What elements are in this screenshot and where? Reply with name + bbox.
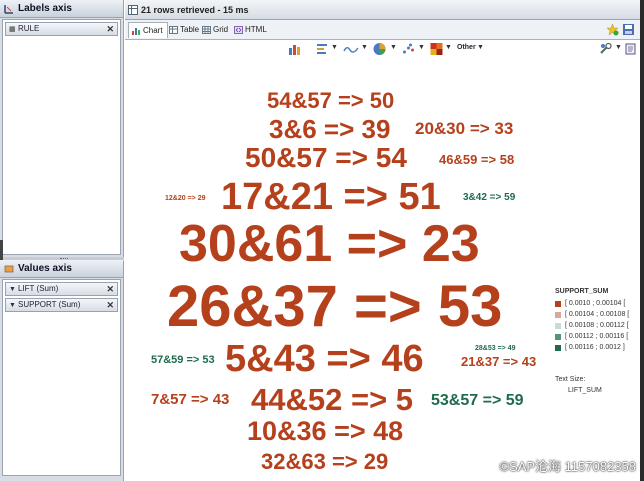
chart-legend: SUPPORT_SUM [ 0.0010 ; 0.00104 [ [ 0.0010… [555, 288, 629, 354]
lift-sum-label: LIFT (Sum) [18, 284, 59, 293]
pie-chart-icon[interactable] [372, 42, 387, 56]
text-size-value: LIFT_SUM [568, 387, 602, 394]
legend-swatch [555, 334, 561, 340]
values-axis-header: Values axis [0, 260, 123, 278]
lift-sum-chip[interactable]: ▼ LIFT (Sum) ✕ [5, 282, 118, 296]
word-cloud-term[interactable]: 44&52 => 5 [251, 384, 413, 415]
palette-icon[interactable] [429, 42, 444, 56]
status-bar: 21 rows retrieved - 15 ms [125, 0, 644, 20]
tab-html[interactable]: HTML [231, 22, 271, 38]
chevron-down-icon[interactable]: ▼ [615, 44, 622, 51]
legend-swatch [555, 345, 561, 351]
word-cloud-term[interactable]: 26&37 => 53 [167, 278, 502, 336]
chevron-down-icon[interactable]: ▼ [390, 44, 397, 51]
values-axis-title: Values axis [18, 263, 72, 274]
word-cloud-term[interactable]: 53&57 => 59 [431, 393, 524, 409]
word-cloud-term[interactable]: 3&42 => 59 [463, 193, 515, 203]
chevron-down-icon[interactable]: ▼ [418, 44, 425, 51]
chevron-down-icon[interactable]: ▼ [9, 284, 16, 296]
tab-html-label: HTML [245, 25, 267, 34]
legend-label: [ 0.00116 ; 0.0012 ] [565, 344, 625, 351]
word-cloud-term[interactable]: 30&61 => 23 [179, 218, 480, 270]
chart-tab-icon [132, 28, 140, 35]
tab-chart-label: Chart [143, 26, 163, 35]
scatter-icon[interactable] [401, 42, 416, 56]
remove-lift-icon[interactable]: ✕ [106, 283, 114, 295]
watermark: ©SAP沧海 1157082358 [499, 459, 636, 474]
word-cloud-term[interactable]: 12&20 => 29 [165, 195, 205, 202]
tab-table[interactable]: Table [166, 22, 203, 38]
word-cloud-term[interactable]: 54&57 => 50 [267, 90, 394, 112]
grip-icon: ▦ [9, 26, 16, 33]
legend-swatch [555, 301, 561, 307]
word-cloud-chart: 54&57 => 50 3&6 => 39 20&30 => 33 50&57 => … [125, 58, 644, 481]
legend-item: [ 0.00108 ; 0.00112 [ [555, 321, 629, 332]
remove-support-icon[interactable]: ✕ [106, 299, 114, 311]
values-icon [4, 265, 14, 273]
support-sum-label: SUPPORT (Sum) [18, 300, 81, 309]
legend-swatch [555, 312, 561, 318]
html-tab-icon [234, 26, 243, 34]
status-text: 21 rows retrieved - 15 ms [141, 5, 249, 15]
chart-area: 21 rows retrieved - 15 ms Chart Table Gr… [125, 0, 644, 481]
grid-tab-icon [202, 26, 211, 34]
word-cloud-term[interactable]: 3&6 => 39 [269, 116, 390, 142]
text-size-label: Text Size: [555, 376, 586, 383]
tab-table-label: Table [180, 25, 200, 34]
chevron-down-icon[interactable]: ▼ [477, 44, 484, 51]
legend-label: [ 0.00112 ; 0.00116 [ [565, 333, 629, 340]
export-icon[interactable] [625, 42, 637, 56]
word-cloud-term[interactable]: 32&63 => 29 [261, 451, 388, 473]
tab-grid-label: Grid [213, 25, 229, 34]
collapse-handle[interactable] [0, 240, 3, 260]
view-tabs: Chart Table Grid HTML [125, 20, 644, 40]
rule-chip[interactable]: ▦ RULE ✕ [5, 22, 118, 36]
word-cloud-term[interactable]: 21&37 => 43 [461, 355, 536, 368]
legend-item: [ 0.0010 ; 0.00104 [ [555, 299, 629, 310]
chevron-down-icon[interactable]: ▼ [361, 44, 368, 51]
word-cloud-term[interactable]: 7&57 => 43 [151, 392, 229, 407]
values-axis-dropzone[interactable]: ▼ LIFT (Sum) ✕ ▼ SUPPORT (Sum) ✕ [2, 279, 121, 476]
rule-chip-label: RULE [18, 24, 40, 33]
legend-item: [ 0.00116 ; 0.0012 ] [555, 343, 629, 354]
labels-axis-title: Labels axis [18, 3, 72, 14]
legend-label: [ 0.0010 ; 0.00104 [ [565, 300, 626, 307]
left-panel: Labels axis ▦ RULE ✕ Values axis ▼ LIFT … [0, 0, 124, 481]
word-cloud-term[interactable]: 50&57 => 54 [245, 144, 407, 172]
word-cloud-term[interactable]: 57&59 => 53 [151, 355, 215, 366]
chevron-down-icon[interactable]: ▼ [331, 44, 338, 51]
other-menu-button[interactable]: Other [457, 44, 476, 51]
legend-label: [ 0.00104 ; 0.00108 [ [565, 311, 630, 318]
legend-item: [ 0.00104 ; 0.00108 [ [555, 310, 629, 321]
labels-axis-header: Labels axis [0, 0, 123, 18]
table-tab-icon [169, 26, 178, 34]
save-icon[interactable] [622, 23, 635, 36]
word-cloud-term[interactable]: 20&30 => 33 [415, 120, 513, 137]
tab-grid[interactable]: Grid [199, 22, 232, 38]
align-icon[interactable] [315, 42, 329, 56]
legend-item: [ 0.00112 ; 0.00116 [ [555, 332, 629, 343]
remove-rule-icon[interactable]: ✕ [106, 23, 114, 35]
window-border [640, 0, 644, 481]
star-icon[interactable] [606, 23, 619, 36]
word-cloud-term[interactable]: 5&43 => 46 [225, 340, 424, 378]
line-chart-icon[interactable] [343, 42, 359, 56]
table-icon [128, 5, 138, 15]
legend-swatch [555, 323, 561, 329]
word-cloud-term[interactable]: 46&59 => 58 [439, 153, 514, 166]
chevron-down-icon[interactable]: ▼ [9, 300, 16, 312]
word-cloud-term[interactable]: 17&21 => 51 [221, 178, 441, 216]
support-sum-chip[interactable]: ▼ SUPPORT (Sum) ✕ [5, 298, 118, 312]
tab-chart[interactable]: Chart [128, 22, 168, 38]
word-cloud-term[interactable]: 10&36 => 48 [247, 418, 403, 445]
chart-toolbar: ▼ ▼ ▼ ▼ ▼ Other ▼ ▼ [125, 40, 644, 58]
axis-icon [4, 5, 13, 14]
legend-title: SUPPORT_SUM [555, 288, 609, 295]
bar-chart-icon[interactable] [288, 42, 302, 56]
chevron-down-icon[interactable]: ▼ [445, 44, 452, 51]
labels-axis-dropzone[interactable]: ▦ RULE ✕ [2, 19, 121, 255]
legend-label: [ 0.00108 ; 0.00112 [ [565, 322, 629, 329]
settings-icon[interactable] [599, 42, 613, 56]
word-cloud-term[interactable]: 28&53 => 49 [475, 345, 515, 352]
